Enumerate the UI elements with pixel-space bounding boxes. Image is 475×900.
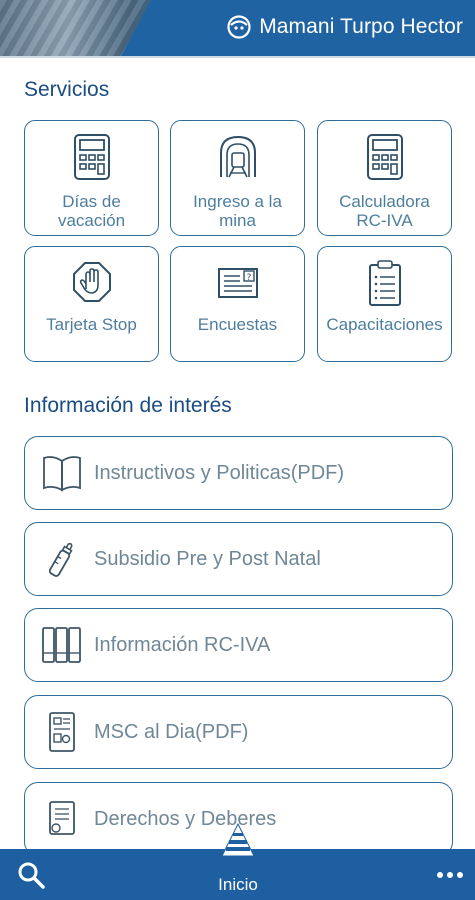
tile-calculadora-rc-iva[interactable]: Calculadora RC-IVA	[317, 120, 452, 236]
more-icon[interactable]	[437, 871, 463, 879]
document-icon	[49, 712, 75, 752]
baby-bottle-icon	[48, 542, 73, 577]
survey-form-icon: ?	[217, 268, 258, 298]
home-logo-icon	[221, 822, 255, 857]
tile-encuestas[interactable]: ? Encuestas	[170, 246, 305, 362]
services-title: Servicios	[24, 78, 110, 101]
tile-ingreso-a-la-mina[interactable]: Ingreso a la mina	[170, 120, 305, 236]
info-item-rc-iva[interactable]: Información RC-IVA	[24, 608, 453, 682]
certificate-icon	[49, 801, 75, 835]
stop-hand-icon	[72, 262, 111, 302]
user-face-icon	[227, 15, 251, 39]
tile-label: Capacitaciones	[326, 315, 443, 334]
tile-capacitaciones[interactable]: Capacitaciones	[317, 246, 452, 362]
open-book-icon	[43, 456, 81, 492]
info-label: MSC al Dia(PDF)	[94, 721, 249, 743]
app-header: Mamani Turpo Hector	[0, 0, 475, 58]
tile-label: Calculadora RC-IVA	[339, 192, 430, 230]
info-label: Instructivos y Politicas(PDF)	[94, 462, 345, 484]
tile-label: Días de vacación	[57, 192, 126, 230]
svg-text:?: ?	[246, 273, 251, 283]
user-name: Mamani Turpo Hector	[259, 15, 463, 38]
mine-tunnel-icon	[219, 135, 256, 178]
tile-dias-de-vacacion[interactable]: Días de vacación	[24, 120, 159, 236]
info-item-subsidio[interactable]: Subsidio Pre y Post Natal	[24, 522, 453, 596]
info-title: Información de interés	[24, 394, 232, 417]
user-profile[interactable]: Mamani Turpo Hector	[227, 15, 463, 39]
info-label: Información RC-IVA	[94, 634, 271, 656]
header-divider	[0, 56, 475, 58]
info-item-msc[interactable]: MSC al Dia(PDF)	[24, 695, 453, 769]
calculator-icon	[73, 134, 110, 180]
tab-home-label: Inicio	[218, 875, 258, 894]
tile-label: Ingreso a la mina	[193, 192, 282, 230]
search-icon[interactable]	[17, 861, 45, 889]
tile-label: Tarjeta Stop	[46, 315, 137, 334]
info-label: Subsidio Pre y Post Natal	[94, 548, 321, 570]
binders-icon	[42, 627, 81, 663]
tile-tarjeta-stop[interactable]: Tarjeta Stop	[24, 246, 159, 362]
tab-home[interactable]: Inicio	[200, 822, 276, 900]
calculator-icon	[366, 134, 403, 180]
info-item-instructivos[interactable]: Instructivos y Politicas(PDF)	[24, 436, 453, 510]
clipboard-list-icon	[368, 260, 401, 306]
tile-label: Encuestas	[197, 315, 278, 334]
